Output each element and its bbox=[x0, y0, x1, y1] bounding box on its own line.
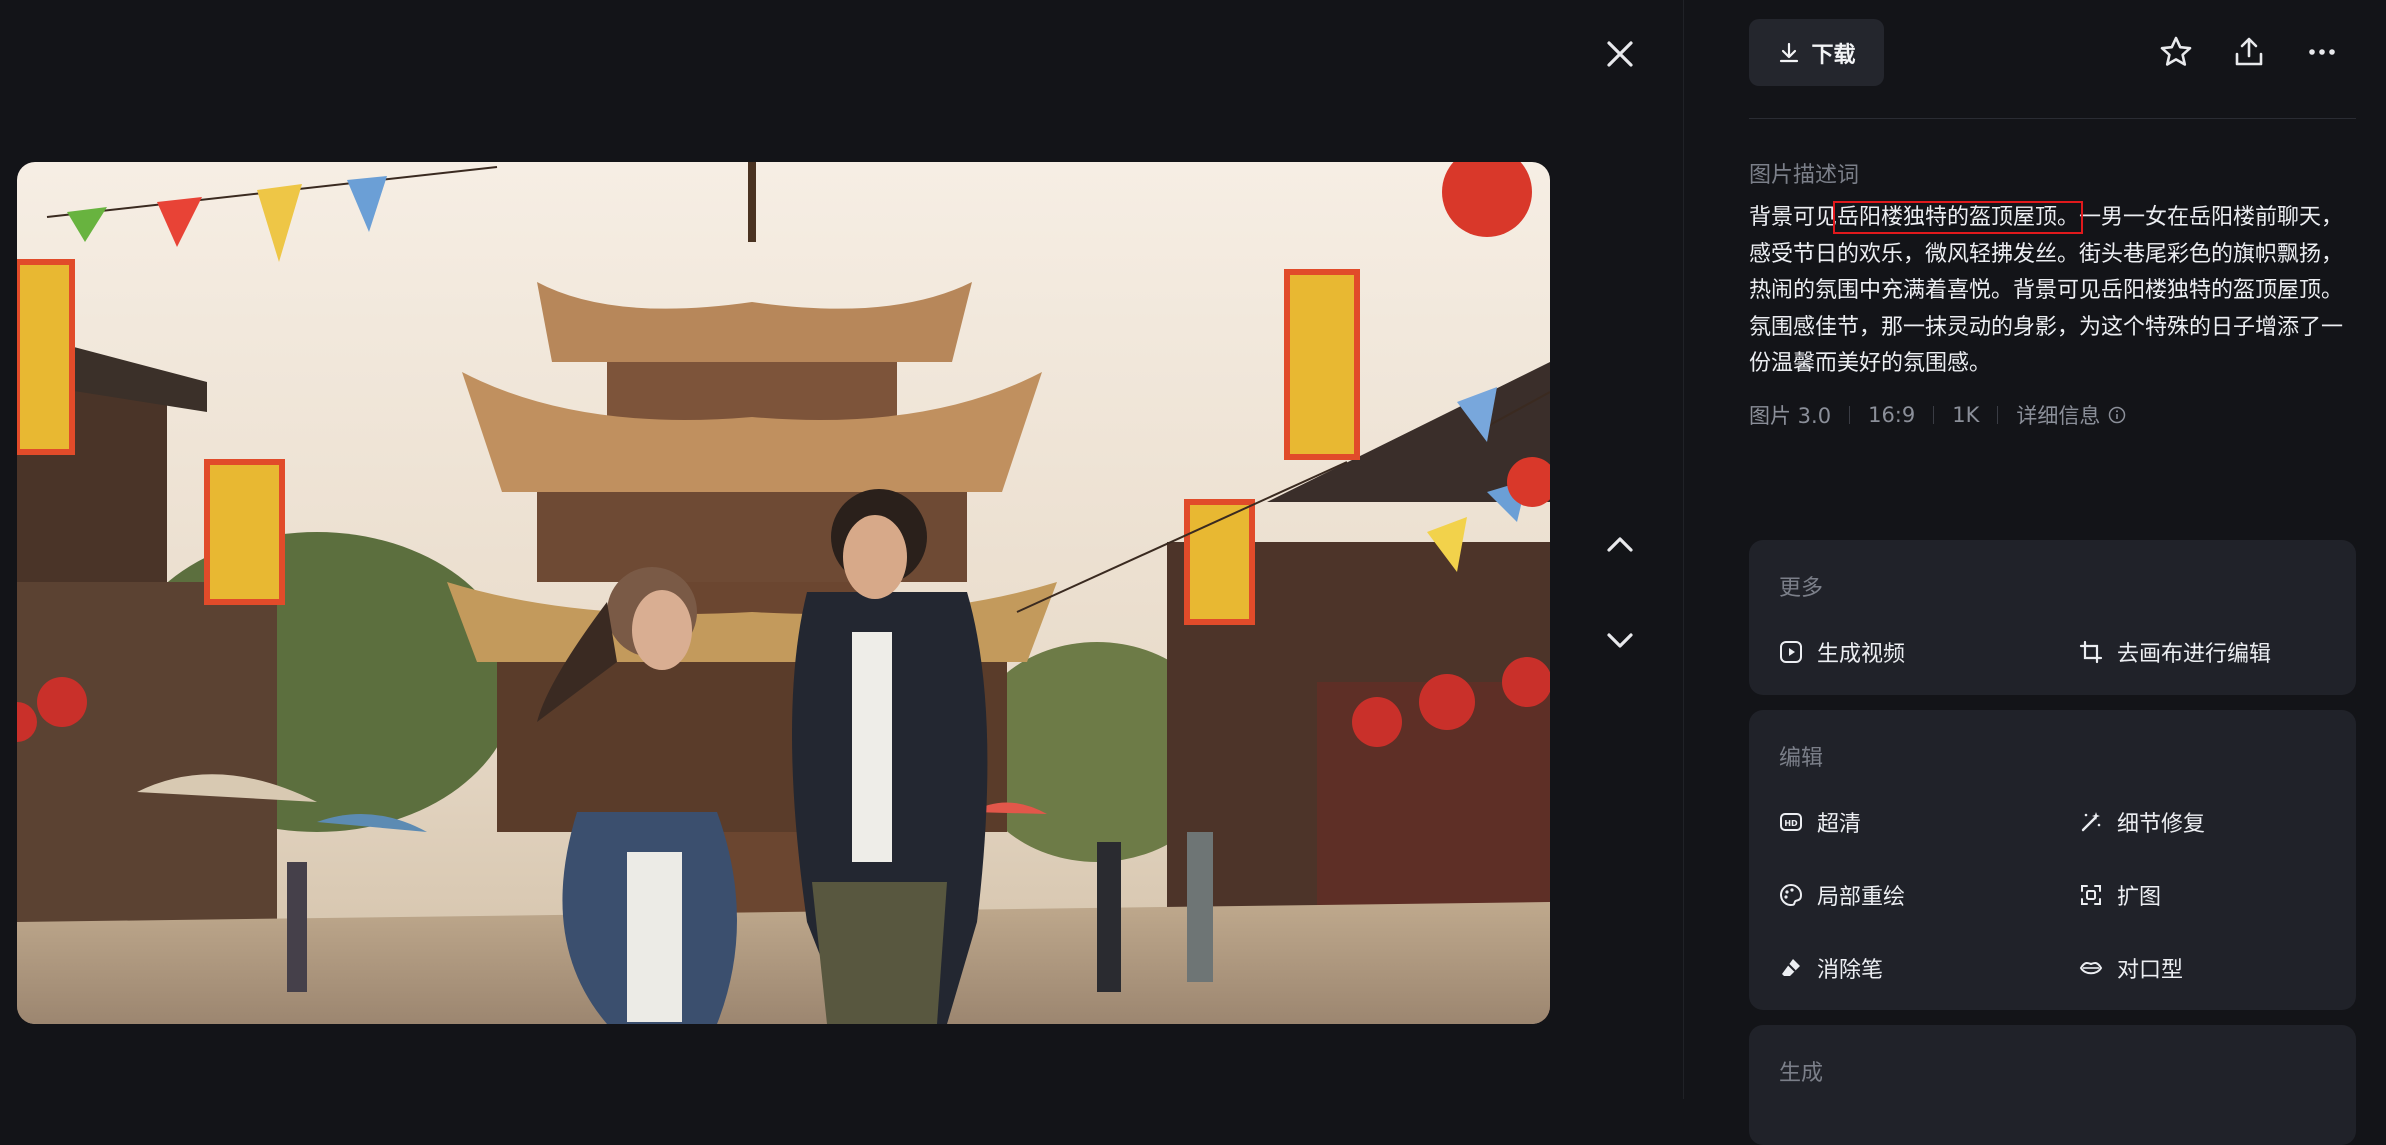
generate-video-button[interactable]: 生成视频 bbox=[1779, 636, 1905, 668]
magic-wand-icon bbox=[2081, 812, 2101, 832]
meta-model: 图片 3.0 bbox=[1749, 404, 1832, 428]
inpaint-button[interactable]: 局部重绘 bbox=[1779, 879, 1905, 911]
more-horizontal-icon bbox=[2309, 49, 2335, 55]
detail-repair-button[interactable]: 细节修复 bbox=[2079, 806, 2205, 838]
meta-resolution: 1K bbox=[1952, 403, 1980, 427]
meta-separator bbox=[1997, 406, 1999, 424]
generate-card: 生成 bbox=[1749, 1025, 2356, 1145]
star-icon bbox=[2160, 36, 2192, 66]
play-icon bbox=[1780, 641, 1802, 663]
edit-heading: 编辑 bbox=[1779, 746, 1824, 771]
eraser-button[interactable]: 消除笔 bbox=[1779, 952, 1883, 984]
more-options-button[interactable] bbox=[2302, 32, 2342, 72]
canvas-edit-button[interactable]: 去画布进行编辑 bbox=[2079, 636, 2271, 668]
image-meta: 图片 3.0 16:9 1K 详细信息 bbox=[1749, 400, 2126, 430]
eraser-icon bbox=[1782, 959, 1800, 976]
lip-sync-button[interactable]: 对口型 bbox=[2079, 952, 2183, 984]
crop-icon bbox=[2079, 640, 2103, 664]
favorite-button[interactable] bbox=[2156, 32, 2196, 72]
outpaint-label: 扩图 bbox=[2117, 885, 2162, 910]
eraser-label: 消除笔 bbox=[1817, 958, 1884, 983]
meta-ratio: 16:9 bbox=[1868, 403, 1916, 427]
previous-image-button[interactable] bbox=[1600, 525, 1640, 565]
lip-sync-label: 对口型 bbox=[2117, 958, 2184, 983]
more-card: 更多 生成视频 去画布进行编辑 bbox=[1749, 540, 2356, 695]
chevron-up-icon bbox=[1607, 537, 1633, 552]
svg-text:HD: HD bbox=[1784, 819, 1798, 828]
close-button[interactable] bbox=[1600, 34, 1640, 74]
header-divider bbox=[1749, 118, 2356, 119]
lips-icon bbox=[2079, 961, 2103, 975]
panel-divider bbox=[1683, 0, 1684, 1099]
detail-repair-label: 细节修复 bbox=[2117, 812, 2206, 837]
share-button[interactable] bbox=[2229, 32, 2269, 72]
download-label: 下载 bbox=[1811, 42, 1856, 68]
description-heading: 图片描述词 bbox=[1749, 163, 1860, 188]
upscale-button[interactable]: HD 超清 bbox=[1779, 806, 1861, 838]
share-icon bbox=[2235, 37, 2263, 66]
description-text: 背景可见岳阳楼独特的盔顶屋顶。一男一女在岳阳楼前聊天，感受节日的欢乐，微风轻拂发… bbox=[1749, 200, 2356, 383]
detail-info-link[interactable]: 详细信息 bbox=[2016, 400, 2126, 430]
expand-icon bbox=[2081, 885, 2101, 905]
palette-icon bbox=[1780, 883, 1803, 906]
generate-video-label: 生成视频 bbox=[1817, 642, 1906, 667]
inpaint-label: 局部重绘 bbox=[1817, 885, 1906, 910]
download-icon bbox=[1780, 42, 1799, 62]
download-button[interactable]: 下载 bbox=[1749, 19, 1884, 86]
info-icon bbox=[2109, 406, 2126, 424]
meta-separator bbox=[1933, 406, 1935, 424]
more-heading: 更多 bbox=[1779, 576, 1824, 601]
description-after: 一男一女在岳阳楼前聊天，感受节日的欢乐，微风轻拂发丝。街头巷尾彩色的旗帜飘扬，热… bbox=[1749, 205, 2344, 376]
edit-card: 编辑 HD 超清 细节修复 局部重绘 扩图 消除笔 对口型 bbox=[1749, 710, 2356, 1010]
chevron-down-icon bbox=[1607, 633, 1633, 648]
close-icon bbox=[1607, 41, 1633, 67]
meta-separator bbox=[1849, 406, 1851, 424]
detail-info-label: 详细信息 bbox=[2016, 404, 2101, 428]
upscale-label: 超清 bbox=[1817, 812, 1862, 837]
description-highlight: 岳阳楼独特的盔顶屋顶。 bbox=[1833, 201, 2084, 234]
canvas-edit-label: 去画布进行编辑 bbox=[2117, 642, 2272, 667]
hd-icon: HD bbox=[1780, 813, 1802, 831]
description-before: 背景可见 bbox=[1749, 205, 1838, 230]
generated-image bbox=[17, 162, 1550, 1024]
next-image-button[interactable] bbox=[1600, 620, 1640, 660]
generate-heading: 生成 bbox=[1779, 1061, 1824, 1086]
outpaint-button[interactable]: 扩图 bbox=[2079, 879, 2161, 911]
